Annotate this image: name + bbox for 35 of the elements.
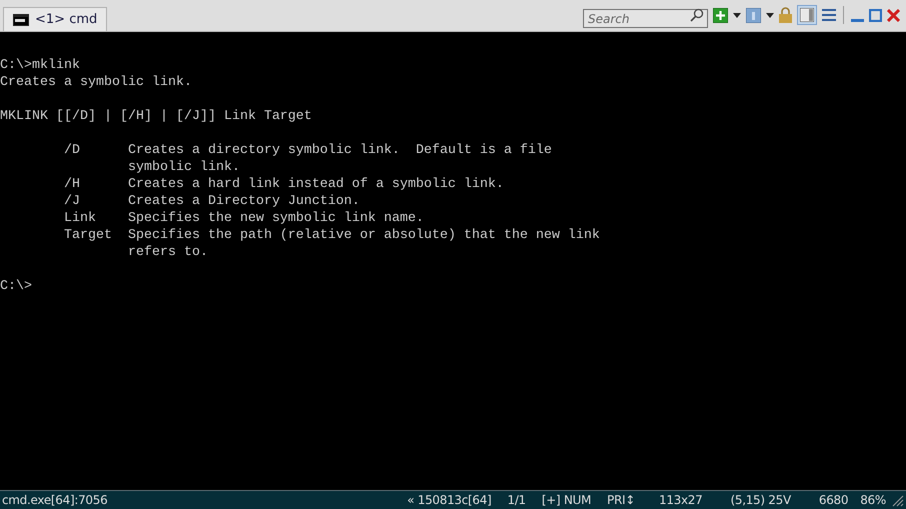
maximize-icon[interactable] <box>869 8 882 22</box>
panel-icon <box>800 8 814 22</box>
status-text: cmd.exe[64]:7056 <box>2 492 108 509</box>
status-item: [+] NUM <box>542 492 592 509</box>
console-icon <box>13 14 29 26</box>
console-line: Creates a symbolic link. <box>0 74 192 91</box>
status-item: 86% <box>860 492 886 509</box>
console-line: refers to. <box>126 244 208 261</box>
console-line: /D Creates a directory symbolic link. Default is a file <box>62 142 552 159</box>
console-line: Link Specifies the new symbolic link name. <box>62 210 424 227</box>
status-item: PRI↕ <box>607 492 635 509</box>
console-line: C:\> <box>0 278 32 295</box>
console-line: MKLINK [[/D] | [/H] | [/J]] Link Target <box>0 108 312 125</box>
search-icon <box>690 8 704 22</box>
dropdown-caret-icon[interactable] <box>733 12 741 18</box>
console-tab[interactable]: <1> cmd <box>3 7 108 31</box>
console-line: Target Specifies the path (relative or absolute) that the new link <box>62 227 600 244</box>
status-item: (5,15) 25V <box>730 492 791 509</box>
dropdown-caret-icon[interactable] <box>766 12 774 18</box>
lock-icon[interactable] <box>779 7 792 23</box>
panel-toggle-button[interactable] <box>797 5 817 25</box>
window-icon[interactable] <box>746 8 761 22</box>
resize-grip-icon <box>890 493 904 507</box>
status-item: 1/1 <box>507 492 526 509</box>
close-icon[interactable] <box>887 8 900 22</box>
status-item: « 150813c[64] <box>407 492 492 509</box>
status-item: 6680 <box>818 492 848 509</box>
console-line: C:\>mklink <box>0 57 80 74</box>
status-item: 113x27 <box>659 492 702 509</box>
add-console-icon[interactable] <box>713 8 728 22</box>
console-line: symbolic link. <box>126 159 240 176</box>
console-line: /H Creates a hard link instead of a symbolic link. <box>62 176 504 193</box>
search-field[interactable]: Search <box>583 9 708 28</box>
console-line: /J Creates a Directory Junction. <box>62 193 360 210</box>
menu-icon[interactable] <box>822 9 836 21</box>
